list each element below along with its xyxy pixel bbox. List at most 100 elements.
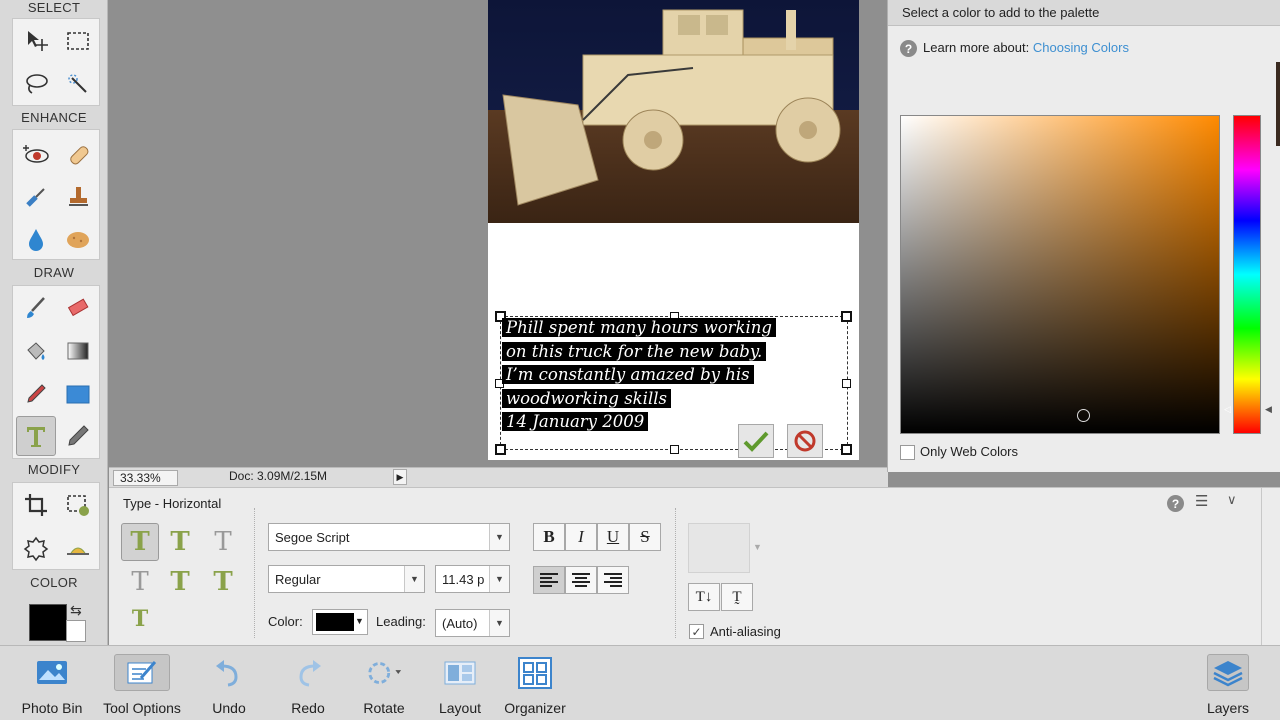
brush-tool-button[interactable] xyxy=(16,288,56,328)
anti-aliasing-checkbox[interactable]: ✓ xyxy=(689,624,704,639)
color-cursor[interactable] xyxy=(1077,409,1090,422)
swap-colors-icon[interactable]: ⇆ xyxy=(70,602,82,619)
text-line: on this truck for the new baby. xyxy=(502,341,767,361)
pencil-tool-button[interactable] xyxy=(58,416,98,456)
straighten-tool-button[interactable] xyxy=(58,528,98,568)
learn-more-prefix: Learn more about: xyxy=(923,40,1030,55)
taskbar-label: Undo xyxy=(212,700,246,716)
stamp-icon xyxy=(69,187,88,206)
text-color-picker[interactable]: ▼ xyxy=(312,609,368,635)
help-icon[interactable]: ? xyxy=(900,40,917,57)
commit-button[interactable] xyxy=(738,424,774,458)
horizontal-type-mask-button[interactable]: T xyxy=(204,523,242,561)
underline-button[interactable]: U xyxy=(597,523,629,551)
undo-button[interactable]: Undo xyxy=(186,654,272,716)
paint-bucket-tool-button[interactable] xyxy=(16,331,56,371)
tool-options-title: Type - Horizontal xyxy=(123,496,222,511)
align-center-button[interactable] xyxy=(565,566,597,594)
shape-tool-button[interactable] xyxy=(58,374,98,414)
toolbox-panel: SELECT ENHANCE DRAW MODIFY COLOR ⇆ xyxy=(0,0,108,645)
text-on-path-icon: T xyxy=(131,606,149,632)
choosing-colors-link[interactable]: Choosing Colors xyxy=(1033,40,1129,55)
rotate-button[interactable]: Rotate xyxy=(341,654,427,716)
hue-slider-left-marker-icon[interactable]: ◁ xyxy=(1224,404,1231,415)
blur-tool-button[interactable] xyxy=(16,219,56,259)
foreground-color-swatch[interactable] xyxy=(29,604,67,641)
align-right-button[interactable] xyxy=(597,566,629,594)
healing-brush-tool-button[interactable] xyxy=(58,135,98,175)
collapse-chevron-icon[interactable]: ∨ xyxy=(1227,492,1237,508)
text-style-preset-swatch[interactable] xyxy=(688,523,750,573)
photo-bin-button[interactable]: Photo Bin xyxy=(9,654,95,716)
text-on-path-button[interactable]: T xyxy=(121,600,159,638)
rectangle-marquee-icon xyxy=(67,32,89,50)
resize-handle-bottom-left[interactable] xyxy=(495,444,506,455)
text-orientation-button[interactable]: T↓ xyxy=(688,583,720,611)
saturation-brightness-field[interactable] xyxy=(900,115,1220,434)
strikethrough-button[interactable]: S xyxy=(629,523,661,551)
color-preview-swatch xyxy=(1276,62,1280,146)
layout-icon xyxy=(441,654,479,691)
section-color-heading: COLOR xyxy=(30,575,78,590)
eraser-tool-button[interactable] xyxy=(58,288,98,328)
text-on-shape-button[interactable]: T xyxy=(204,563,242,601)
status-menu-arrow-icon[interactable]: ▶ xyxy=(393,469,407,485)
layout-button[interactable]: Layout xyxy=(417,654,503,716)
learn-more-text: Learn more about: Choosing Colors xyxy=(923,40,1129,55)
smart-brush-tool-button[interactable] xyxy=(16,177,56,217)
hue-slider-right-marker-icon[interactable]: ◀ xyxy=(1265,404,1272,415)
resize-handle-bottom-right[interactable] xyxy=(841,444,852,455)
lasso-icon xyxy=(26,74,48,94)
bold-button[interactable]: B xyxy=(533,523,565,551)
content-aware-move-tool-button[interactable] xyxy=(16,528,56,568)
italic-button[interactable]: I xyxy=(565,523,597,551)
recompose-tool-button[interactable] xyxy=(58,485,98,525)
redo-button[interactable]: Redo xyxy=(265,654,351,716)
bandage-icon xyxy=(70,146,89,165)
resize-handle-bottom[interactable] xyxy=(670,445,679,454)
font-size-value: 11.43 p xyxy=(442,571,485,587)
lasso-tool-button[interactable] xyxy=(16,64,56,104)
options-menu-icon[interactable]: ☰ xyxy=(1195,492,1208,510)
text-layer-content[interactable]: Phill spent many hours working on this t… xyxy=(502,316,857,434)
cancel-button[interactable] xyxy=(787,424,823,458)
dropdown-arrow-icon[interactable]: ▼ xyxy=(753,542,762,552)
options-help-icon[interactable]: ? xyxy=(1167,495,1184,512)
crop-tool-button[interactable] xyxy=(16,485,56,525)
font-size-field[interactable]: 11.43 p ▼ xyxy=(435,565,510,593)
gradient-tool-button[interactable] xyxy=(58,331,98,371)
photo-wooden-truck xyxy=(488,0,859,223)
align-left-icon xyxy=(540,573,558,587)
layers-button[interactable]: Layers xyxy=(1185,654,1271,716)
text-on-shape-icon: T xyxy=(213,567,233,597)
type-tool-button[interactable] xyxy=(16,416,56,456)
hue-slider[interactable] xyxy=(1233,115,1261,434)
checkmark-icon xyxy=(743,431,769,452)
organizer-button[interactable]: Organizer xyxy=(492,654,578,716)
warp-text-button[interactable]: T̰ xyxy=(721,583,753,611)
text-on-selection-button[interactable]: T xyxy=(161,563,199,601)
taskbar-label: Rotate xyxy=(363,700,405,716)
font-style-select[interactable]: Regular ▼ xyxy=(268,565,425,593)
only-web-colors-checkbox[interactable] xyxy=(900,445,915,460)
straighten-icon xyxy=(67,547,89,555)
align-left-button[interactable] xyxy=(533,566,565,594)
font-family-select[interactable]: Segoe Script ▼ xyxy=(268,523,510,551)
tool-options-button[interactable]: Tool Options xyxy=(99,654,185,716)
vertical-type-mask-button[interactable]: T xyxy=(121,563,159,601)
quick-selection-tool-button[interactable] xyxy=(58,64,98,104)
sponge-tool-button[interactable] xyxy=(58,219,98,259)
zoom-level-field[interactable]: 33.33% xyxy=(113,470,178,486)
type-icon xyxy=(27,427,45,447)
clone-stamp-tool-button[interactable] xyxy=(58,177,98,217)
vertical-type-button[interactable]: T xyxy=(161,523,199,561)
background-color-swatch[interactable] xyxy=(66,620,86,642)
eyedropper-tool-button[interactable] xyxy=(16,374,56,414)
horizontal-type-button[interactable]: T xyxy=(121,523,159,561)
leading-value: (Auto) xyxy=(442,615,478,631)
marquee-tool-button[interactable] xyxy=(58,21,98,61)
text-line: woodworking skills xyxy=(502,388,671,408)
red-eye-tool-button[interactable] xyxy=(16,135,56,175)
move-tool-button[interactable] xyxy=(16,21,56,61)
leading-select[interactable]: (Auto) ▼ xyxy=(435,609,510,637)
